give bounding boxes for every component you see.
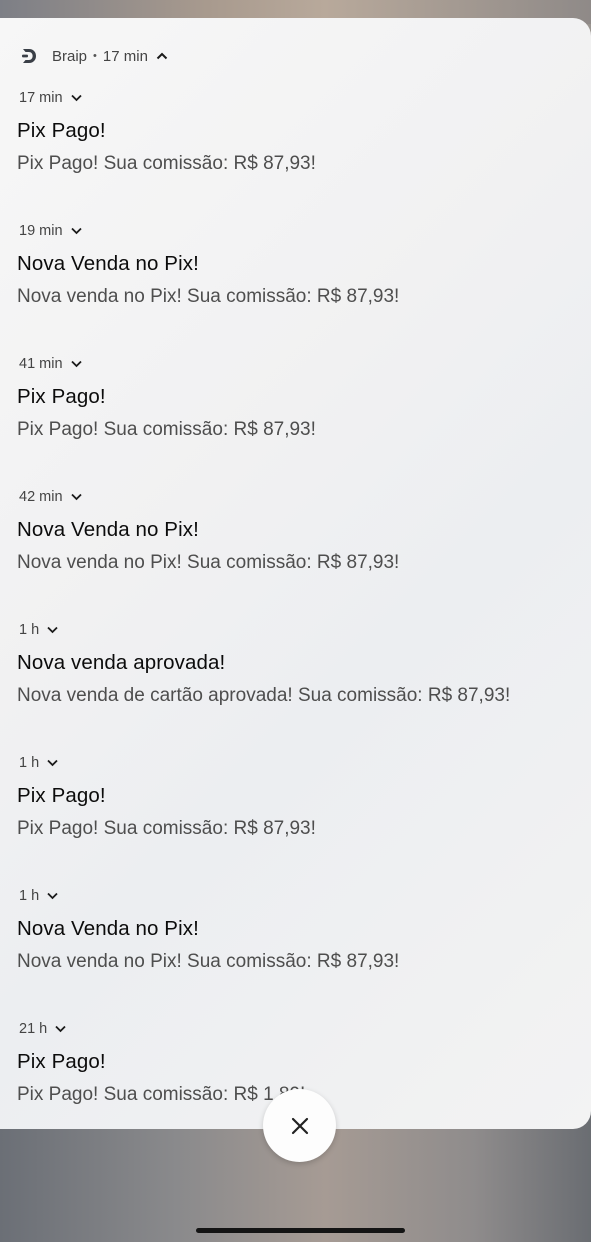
notification-title: Pix Pago!	[17, 119, 106, 142]
notification-title: Pix Pago!	[17, 385, 106, 408]
notification-body: Nova venda no Pix! Sua comissão: R$ 87,9…	[17, 286, 400, 307]
notification-group-header[interactable]: Braip • 17 min	[20, 44, 168, 68]
chevron-down-icon[interactable]	[70, 493, 82, 501]
notification-body: Pix Pago! Sua comissão: R$ 87,93!	[17, 153, 316, 174]
notification-title: Nova Venda no Pix!	[17, 252, 199, 275]
notification-body: Nova venda de cartão aprovada! Sua comis…	[17, 685, 511, 706]
clear-all-button[interactable]	[263, 1089, 336, 1162]
notification-item[interactable]: 17 min Pix Pago! Pix Pago! Sua comissão:…	[17, 88, 577, 176]
notification-time: 1 h	[19, 622, 40, 638]
notification-body: Nova venda no Pix! Sua comissão: R$ 87,9…	[17, 552, 400, 573]
close-icon	[291, 1117, 308, 1134]
notification-item[interactable]: 42 min Nova Venda no Pix! Nova venda no …	[17, 487, 577, 575]
app-name: Braip	[52, 47, 88, 65]
header-time: 17 min	[102, 47, 148, 65]
chevron-down-icon[interactable]	[70, 94, 82, 102]
braip-logo-icon	[22, 49, 36, 63]
chevron-down-icon[interactable]	[70, 360, 82, 368]
header-separator: •	[93, 50, 97, 62]
notification-item[interactable]: 41 min Pix Pago! Pix Pago! Sua comissão:…	[17, 354, 577, 442]
chevron-down-icon[interactable]	[55, 1025, 66, 1033]
notification-body: Pix Pago! Sua comissão: R$ 87,93!	[17, 419, 316, 440]
notification-time: 21 h	[19, 1021, 48, 1037]
notification-item[interactable]: 1 h Nova Venda no Pix! Nova venda no Pix…	[17, 886, 577, 974]
notification-title: Nova Venda no Pix!	[17, 518, 199, 541]
notification-time: 1 h	[19, 755, 40, 771]
notification-time: 19 min	[19, 223, 63, 239]
notification-body: Pix Pago! Sua comissão: R$ 87,93!	[17, 818, 316, 839]
notification-time: 17 min	[19, 90, 63, 106]
notification-body: Nova venda no Pix! Sua comissão: R$ 87,9…	[17, 951, 400, 972]
chevron-down-icon[interactable]	[47, 892, 58, 900]
chevron-up-icon[interactable]	[156, 51, 168, 61]
notification-item[interactable]: 19 min Nova Venda no Pix! Nova venda no …	[17, 221, 577, 309]
chevron-down-icon[interactable]	[47, 759, 58, 767]
notification-group-card[interactable]: Braip • 17 min 17 min Pix Pago! Pix Pago…	[0, 18, 591, 1129]
notification-item[interactable]: 1 h Pix Pago! Pix Pago! Sua comissão: R$…	[17, 753, 577, 841]
chevron-down-icon[interactable]	[47, 626, 58, 634]
notification-item[interactable]: 1 h Nova venda aprovada! Nova venda de c…	[17, 620, 577, 708]
notification-time: 1 h	[19, 888, 40, 904]
home-indicator[interactable]	[196, 1228, 405, 1233]
notification-title: Nova Venda no Pix!	[17, 917, 199, 940]
notification-time: 41 min	[19, 356, 63, 372]
notification-title: Pix Pago!	[17, 1050, 106, 1073]
notification-time: 42 min	[19, 489, 63, 505]
notification-title: Pix Pago!	[17, 784, 106, 807]
chevron-down-icon[interactable]	[70, 227, 82, 235]
notification-title: Nova venda aprovada!	[17, 651, 226, 674]
